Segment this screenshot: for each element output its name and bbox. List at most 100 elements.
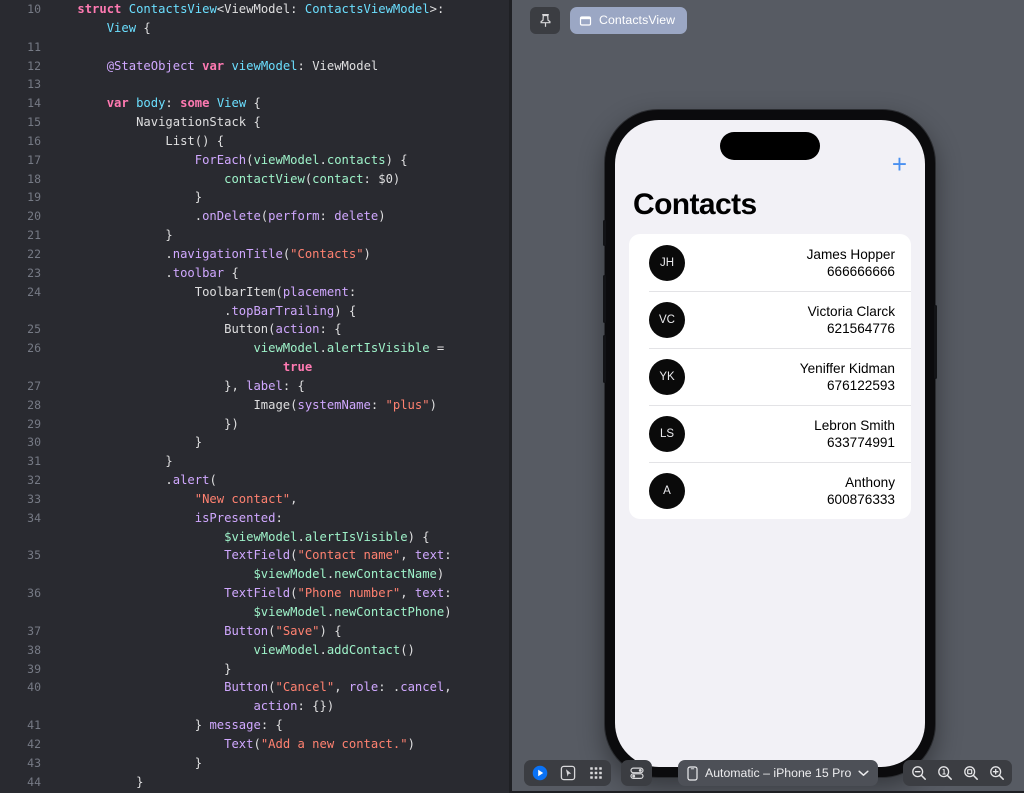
code-text: contactView(contact: $0) [224, 171, 401, 186]
contact-row[interactable]: LS Lebron Smith 633774991 [629, 405, 911, 462]
play-preview-button[interactable] [531, 765, 548, 782]
contact-avatar: VC [649, 301, 685, 338]
code-text: isPresented: $viewModel.alertIsVisible) … [194, 510, 430, 544]
contact-row[interactable]: A Anthony 600876333 [629, 462, 911, 519]
code-text: } [48, 435, 203, 450]
line-number: 38 [27, 642, 41, 657]
inspect-preview-button[interactable] [559, 765, 576, 782]
preview-playback-group [524, 760, 611, 786]
code-line: 30 } [0, 433, 512, 452]
device-selector[interactable]: Automatic – iPhone 15 Pro [678, 760, 879, 786]
code-text: struct ContactsView<ViewModel: ContactsV… [77, 2, 445, 35]
preview-panel: ContactsView + Contacts JH James Hopper 66… [512, 0, 1024, 793]
grid-dots-icon [589, 767, 602, 779]
add-contact-button[interactable]: + [892, 151, 907, 177]
contacts-app: + Contacts JH James Hopper 666666666 VC Vict… [615, 120, 925, 767]
contact-text: Victoria Clarck 621564776 [685, 303, 895, 337]
code-text: .toolbar { [48, 265, 239, 280]
line-number: 40 [27, 680, 41, 695]
code-text: } [48, 190, 203, 205]
contact-text: Yeniffer Kidman 676122593 [685, 360, 895, 394]
device-settings-button[interactable] [628, 765, 645, 782]
app-navigation-bar: + [629, 120, 911, 178]
code-text: Text("Add a new contact.") [224, 736, 415, 751]
line-number: 12 [27, 58, 41, 73]
line-number: 43 [27, 755, 41, 770]
code-line: 40 Button("Cancel", role: .cancel, actio… [0, 678, 512, 716]
struct-icon [579, 15, 592, 26]
code-line: 35 TextField("Contact name", text: $view… [0, 546, 512, 584]
contact-phone: 621564776 [826, 320, 895, 336]
line-number: 44 [27, 774, 41, 789]
line-number: 14 [27, 96, 41, 111]
contact-name: Anthony [845, 474, 895, 490]
code-editor[interactable]: 10 struct ContactsView<ViewModel: Contac… [0, 0, 512, 793]
code-line: 17 ForEach(viewModel.contacts) { [0, 151, 512, 170]
code-line: 37 Button("Save") { [0, 622, 512, 641]
contacts-list[interactable]: JH James Hopper 666666666 VC Victoria Clarck… [629, 234, 911, 519]
breadcrumb-label: ContactsView [599, 13, 676, 27]
code-line: 26 viewModel.alertIsVisible = true [0, 339, 512, 377]
code-line: 29 }) [0, 415, 512, 434]
code-text: viewModel.alertIsVisible = true [253, 341, 445, 375]
line-number: 32 [27, 473, 41, 488]
power-button [934, 305, 937, 379]
zoom-in-icon [989, 766, 1004, 780]
pin-preview-button[interactable] [530, 6, 560, 34]
line-number: 23 [27, 265, 41, 280]
code-line: 33 "New contact", [0, 490, 512, 509]
code-text: var body: some View { [106, 96, 261, 111]
volume-up-button [603, 275, 606, 323]
contact-phone: 633774991 [826, 434, 895, 450]
toggles-icon [629, 767, 644, 780]
zoom-to-fit-button[interactable] [962, 765, 979, 782]
code-line: 39 } [0, 660, 512, 679]
code-text: } [48, 228, 173, 243]
zoom-out-button[interactable] [910, 765, 927, 782]
contact-avatar: YK [649, 358, 685, 395]
code-text: Image(systemName: "plus") [253, 397, 437, 412]
code-text: Button(action: { [224, 322, 342, 337]
contact-avatar: JH [649, 244, 685, 281]
code-line: 27 }, label: { [0, 377, 512, 396]
zoom-actual-size-button[interactable] [936, 765, 953, 782]
code-line: 44 } [0, 773, 512, 792]
code-text: @StateObject var viewModel: ViewModel [106, 58, 379, 73]
select-pointer-icon [560, 765, 575, 781]
line-number: 31 [27, 454, 41, 469]
contact-row[interactable]: VC Victoria Clarck 621564776 [629, 291, 911, 348]
code-line: 14 var body: some View { [0, 94, 512, 113]
preview-variants-button[interactable] [587, 765, 604, 782]
code-line: 12 @StateObject var viewModel: ViewModel [0, 57, 512, 76]
iphone-screen: + Contacts JH James Hopper 666666666 VC Vict… [615, 120, 925, 767]
contact-row[interactable]: JH James Hopper 666666666 [629, 234, 911, 291]
code-line: 24 ToolbarItem(placement: .topBarTrailin… [0, 283, 512, 321]
code-line: 42 Text("Add a new contact.") [0, 735, 512, 754]
zoom-in-button[interactable] [988, 765, 1005, 782]
preview-zoom-controls [903, 760, 1012, 786]
code-line: 15 NavigationStack { [0, 113, 512, 132]
contact-phone: 600876333 [826, 491, 895, 507]
contact-name: Victoria Clarck [807, 303, 895, 319]
pin-icon [540, 13, 550, 27]
iphone-device-frame: + Contacts JH James Hopper 666666666 VC Vict… [603, 110, 937, 777]
preview-breadcrumb-contactsview[interactable]: ContactsView [570, 6, 688, 34]
contact-text: Anthony 600876333 [685, 474, 895, 508]
code-text: ToolbarItem(placement: .topBarTrailing) … [194, 284, 357, 318]
device-selector-label: Automatic – iPhone 15 Pro [705, 766, 852, 780]
code-line: 34 isPresented: $viewModel.alertIsVisibl… [0, 509, 512, 547]
line-number: 37 [27, 623, 41, 638]
code-line: 22 .navigationTitle("Contacts") [0, 245, 512, 264]
line-number: 13 [27, 77, 41, 92]
line-number: 20 [27, 209, 41, 224]
preview-canvas[interactable]: + Contacts JH James Hopper 666666666 VC Vict… [512, 40, 1024, 777]
code-text: TextField("Contact name", text: $viewMod… [224, 548, 452, 582]
chevron-down-icon [858, 770, 869, 776]
contact-row[interactable]: YK Yeniffer Kidman 676122593 [629, 348, 911, 405]
line-number: 39 [27, 661, 41, 676]
contact-avatar: A [649, 472, 685, 509]
contact-text: James Hopper 666666666 [685, 246, 895, 280]
code-text: } [48, 755, 203, 770]
line-number: 26 [27, 341, 41, 356]
contact-phone: 666666666 [826, 263, 895, 279]
